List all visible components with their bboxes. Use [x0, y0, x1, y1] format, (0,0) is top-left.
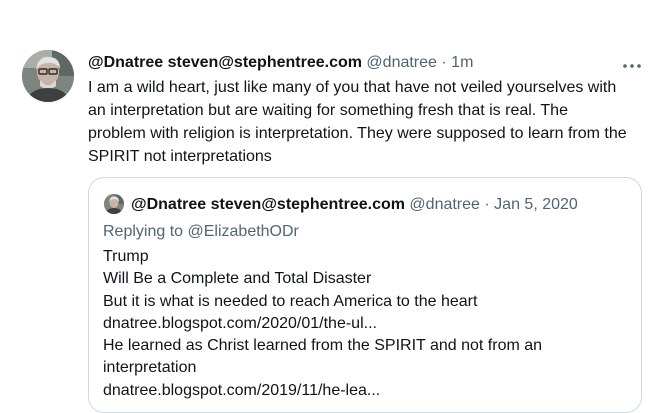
quoted-line: He learned as Christ learned from the SP… [103, 337, 543, 355]
tweet-header: @Dnatree steven@stephentree.com @dnatree… [88, 52, 473, 74]
quoted-line: Trump [103, 248, 149, 265]
separator: · [441, 54, 447, 71]
avatar-photo-icon [22, 50, 74, 102]
handle[interactable]: @dnatree [366, 54, 437, 71]
quoted-line: But it is what is needed to reach Americ… [103, 292, 478, 310]
quoted-line: Will Be a Complete and Total Disaster [103, 270, 372, 288]
avatar[interactable] [22, 50, 74, 102]
quoted-link[interactable]: dnatree.blogspot.com/2020/01/the-ul... [103, 313, 542, 335]
quoted-line: interpretation [103, 359, 197, 377]
quoted-text: Trump Will Be a Complete and Total Disas… [103, 246, 542, 402]
tweet[interactable]: @Dnatree steven@stephentree.com @dnatree… [0, 0, 651, 413]
quoted-tweet[interactable]: @Dnatree steven@stephentree.com @dnatree… [88, 177, 642, 413]
quoted-avatar[interactable] [104, 194, 124, 214]
more-horizontal-icon [623, 64, 641, 68]
avatar-photo-icon [104, 194, 124, 214]
quoted-link[interactable]: dnatree.blogspot.com/2019/11/he-lea... [103, 380, 542, 402]
quoted-separator: · [484, 196, 490, 213]
more-options-button[interactable] [622, 58, 642, 68]
tweet-text: I am a wild heart, just like many of you… [88, 79, 627, 165]
quoted-header: @Dnatree steven@stephentree.com @dnatree… [131, 194, 578, 216]
quoted-display-name[interactable]: @Dnatree steven@stephentree.com [131, 196, 405, 213]
quoted-handle[interactable]: @dnatree [409, 196, 480, 213]
quoted-date[interactable]: Jan 5, 2020 [494, 196, 578, 213]
replying-to: Replying to @ElizabethODr [103, 223, 299, 240]
display-name[interactable]: @Dnatree steven@stephentree.com [88, 54, 362, 71]
timestamp[interactable]: 1m [451, 54, 473, 71]
